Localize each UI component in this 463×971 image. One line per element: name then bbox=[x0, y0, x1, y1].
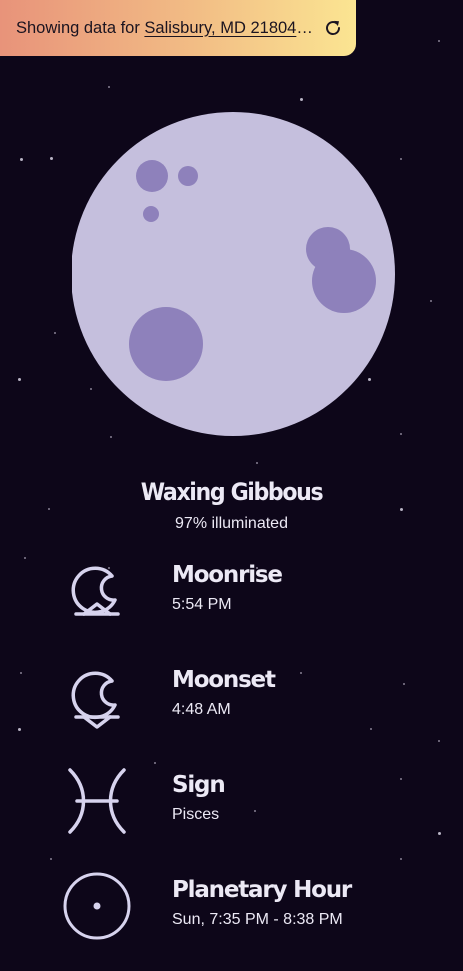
star bbox=[50, 157, 53, 160]
moonset-row: Moonset 4:48 AM bbox=[0, 661, 463, 761]
planetary-hour-icon bbox=[63, 872, 131, 940]
star bbox=[400, 508, 403, 511]
star bbox=[438, 40, 440, 42]
star bbox=[18, 378, 21, 381]
moonset-time: 4:48 AM bbox=[172, 701, 231, 718]
pisces-icon bbox=[68, 768, 126, 834]
sign-row: Sign Pisces bbox=[0, 766, 463, 866]
moonrise-title: Moonrise bbox=[172, 562, 283, 588]
star bbox=[54, 332, 56, 334]
crater bbox=[136, 160, 168, 192]
star bbox=[256, 462, 258, 464]
crater bbox=[129, 307, 203, 381]
crater bbox=[143, 206, 159, 222]
planetary-hour-value: Sun, 7:35 PM - 8:38 PM bbox=[172, 911, 343, 928]
moon-illustration bbox=[71, 112, 398, 438]
moon-phase-name: Waxing Gibbous bbox=[140, 478, 324, 506]
moonrise-time: 5:54 PM bbox=[172, 596, 232, 613]
refresh-icon[interactable] bbox=[324, 19, 342, 37]
star bbox=[300, 98, 303, 101]
sign-value: Pisces bbox=[172, 806, 220, 823]
moonrise-row: Moonrise 5:54 PM bbox=[0, 556, 463, 656]
crater bbox=[178, 166, 198, 186]
star bbox=[430, 300, 432, 302]
star bbox=[154, 762, 156, 764]
moon-illumination: 97% illuminated bbox=[175, 515, 288, 532]
location-prefix: Showing data for bbox=[16, 18, 145, 37]
planetary-hour-row: Planetary Hour Sun, 7:35 PM - 8:38 PM bbox=[0, 871, 463, 971]
moonset-title: Moonset bbox=[172, 667, 276, 693]
star bbox=[20, 158, 23, 161]
moonset-icon bbox=[71, 671, 120, 729]
planetary-hour-title: Planetary Hour bbox=[172, 877, 352, 903]
star bbox=[400, 433, 402, 435]
star bbox=[400, 158, 402, 160]
moonrise-icon bbox=[71, 566, 120, 616]
crater bbox=[312, 249, 376, 313]
star bbox=[108, 86, 110, 88]
location-banner: Showing data for Salisbury, MD 21804, US… bbox=[0, 0, 356, 56]
location-link[interactable]: Salisbury, MD 21804, USA bbox=[144, 19, 314, 38]
star bbox=[48, 508, 50, 510]
sign-title: Sign bbox=[172, 772, 226, 798]
